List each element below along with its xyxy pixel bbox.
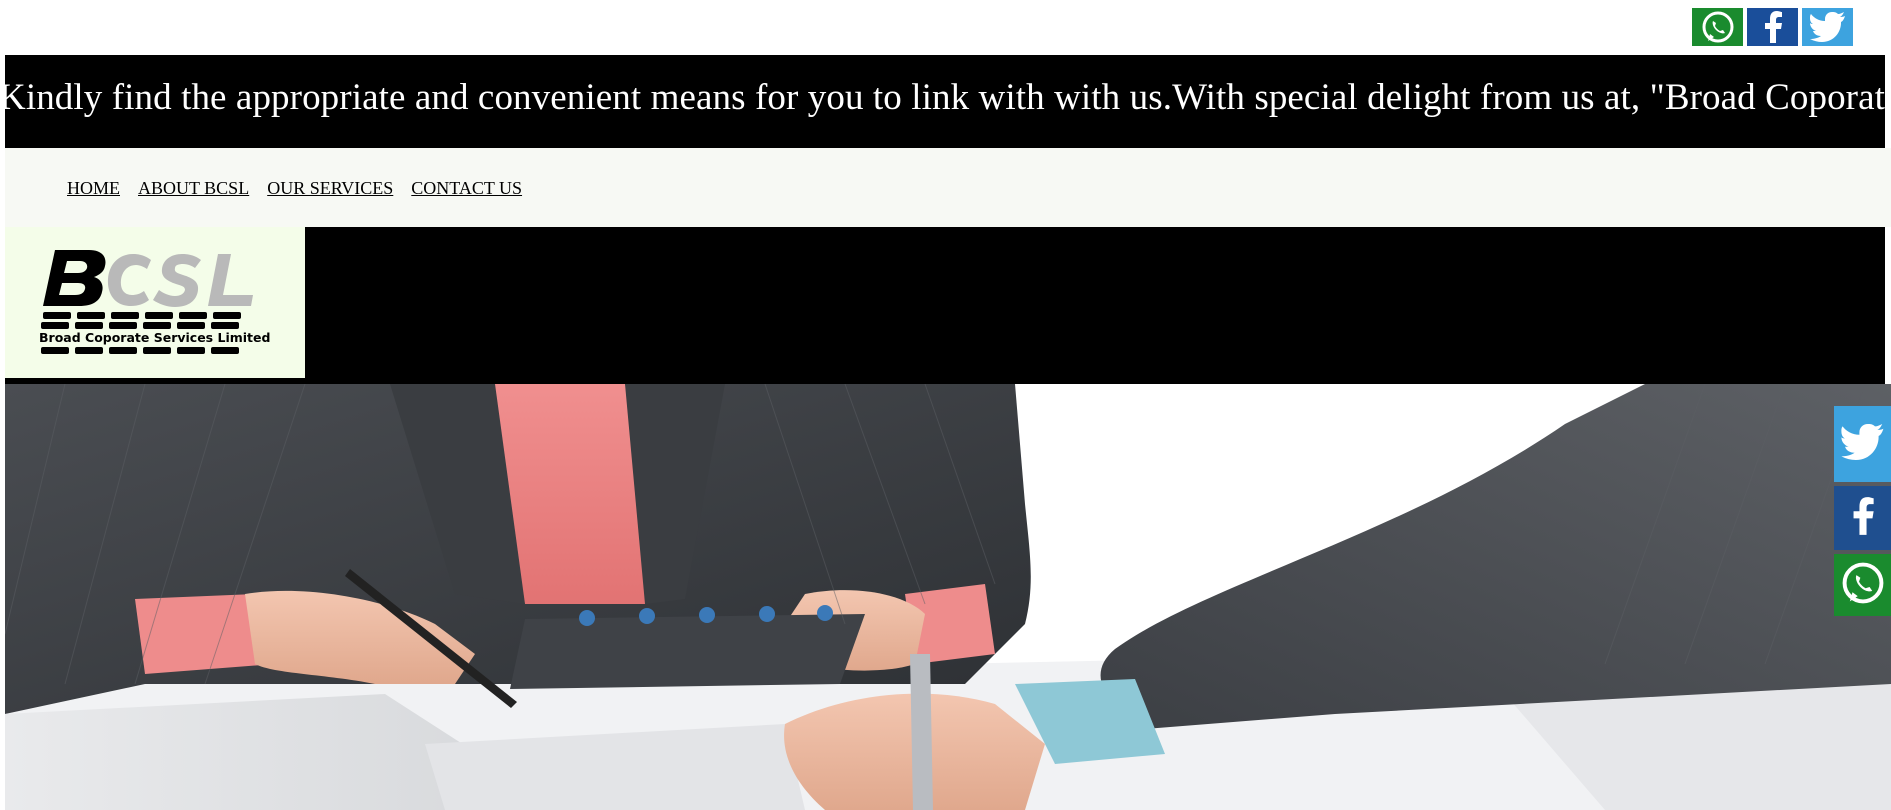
side-social-links [1834,406,1891,620]
whatsapp-link[interactable] [1692,8,1743,46]
twitter-icon [1840,423,1885,465]
nav-links: HOME ABOUT BCSL OUR SERVICES CONTACT US [67,178,522,199]
nav-bar: HOME ABOUT BCSL OUR SERVICES CONTACT US [5,148,1891,227]
whatsapp-icon [1838,560,1888,611]
facebook-icon [1762,11,1784,43]
header-band: Broad Coporate Services Limited [5,227,1885,384]
nav-our-services[interactable]: OUR SERVICES [267,178,393,199]
logo[interactable]: Broad Coporate Services Limited [5,227,305,378]
side-twitter-link[interactable] [1834,406,1891,482]
logo-tagline: Broad Coporate Services Limited [39,330,270,345]
facebook-icon [1850,490,1876,547]
nav-about-bcsl[interactable]: ABOUT BCSL [138,178,249,199]
nav-contact-us[interactable]: CONTACT US [411,178,522,199]
side-facebook-link[interactable] [1834,486,1891,550]
business-meeting-photo [5,384,1891,810]
hero-image [5,384,1891,810]
marquee-text: Kindly find the appropriate and convenie… [5,77,1885,118]
facebook-link[interactable] [1747,8,1798,46]
twitter-link[interactable] [1802,8,1853,46]
top-social-links [1692,8,1853,46]
bcsl-logo-image: Broad Coporate Services Limited [39,250,270,354]
twitter-icon [1809,12,1846,42]
marquee-banner: Kindly find the appropriate and convenie… [5,55,1885,148]
whatsapp-icon [1699,10,1737,44]
side-whatsapp-link[interactable] [1834,554,1891,616]
nav-home[interactable]: HOME [67,178,120,199]
page: Kindly find the appropriate and convenie… [0,0,1891,810]
